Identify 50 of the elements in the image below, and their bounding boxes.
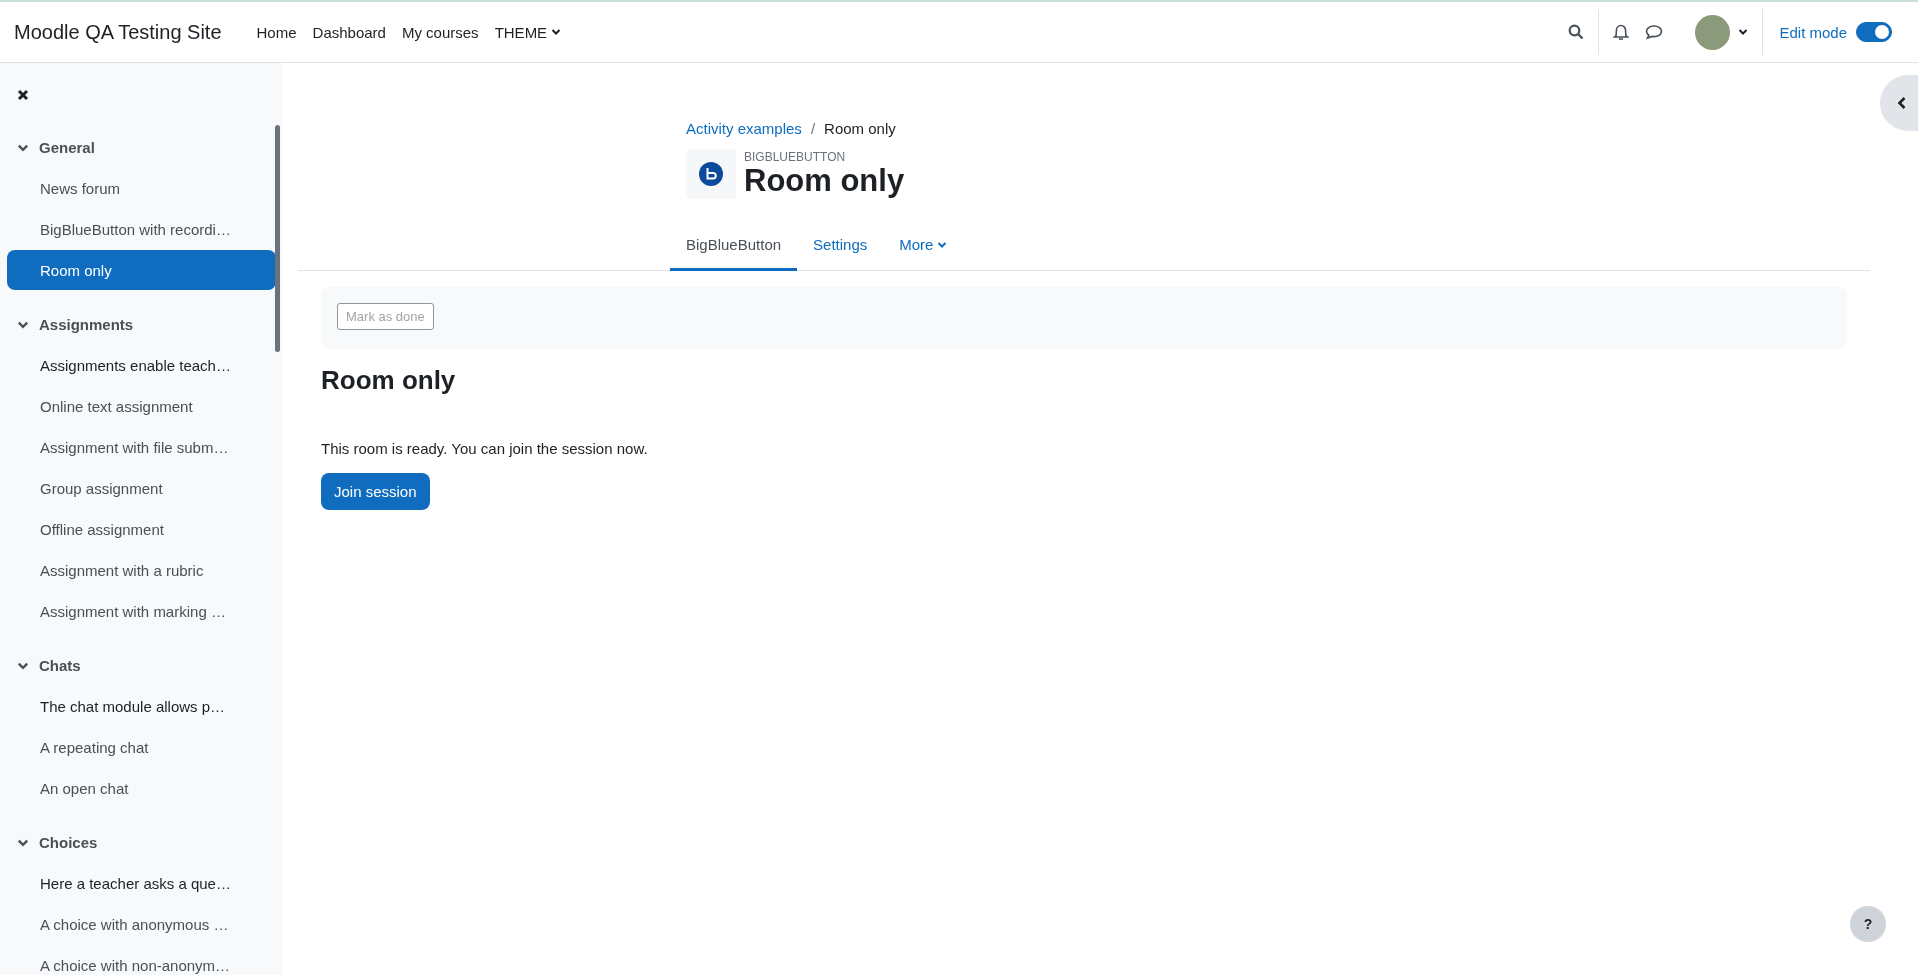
section-title[interactable]: Chats — [39, 657, 81, 674]
course-index-item[interactable]: Here a teacher asks a que… — [7, 863, 276, 903]
drawer-toggle-button[interactable] — [1880, 75, 1918, 131]
scrollbar[interactable] — [275, 125, 280, 352]
edit-mode-label: Edit mode — [1779, 23, 1847, 41]
course-index-item[interactable]: Assignment with marking … — [7, 591, 276, 631]
user-avatar[interactable] — [1695, 14, 1731, 50]
chevron-down-icon — [551, 27, 562, 37]
course-index-item[interactable]: Assignment with file subm… — [7, 427, 276, 467]
course-index-item[interactable]: Assignment with a rubric — [7, 550, 276, 590]
help-button[interactable]: ? — [1850, 906, 1886, 942]
course-index-item[interactable]: Offline assignment — [7, 509, 276, 549]
breadcrumb-current[interactable]: Room only — [824, 120, 896, 137]
nav-tab[interactable]: BigBlueButton — [670, 221, 798, 271]
section-title[interactable]: Assignments — [39, 316, 134, 333]
course-index-item[interactable]: Online text assignment — [7, 386, 276, 426]
course-index-item[interactable]: A choice with non-anonym… — [7, 945, 276, 975]
nav-tab[interactable]: Settings — [797, 221, 884, 271]
course-index-item[interactable]: A choice with anonymous … — [7, 904, 276, 944]
nav-link[interactable]: Home — [256, 23, 297, 41]
section-heading: Room only — [321, 365, 457, 396]
nav-link[interactable]: My courses — [401, 23, 479, 41]
bell-icon[interactable] — [1613, 23, 1630, 41]
bigbluebutton-icon — [686, 149, 736, 199]
page-title: Room only — [744, 163, 905, 199]
course-index-item[interactable]: A repeating chat — [7, 727, 276, 767]
section-title[interactable]: Choices — [39, 834, 98, 851]
nav-tab[interactable]: More — [883, 221, 964, 271]
breadcrumb-link[interactable]: Activity examples — [686, 120, 802, 137]
chevron-down-icon[interactable] — [1738, 27, 1749, 37]
course-index-item[interactable]: Group assignment — [7, 468, 276, 508]
course-index-item[interactable]: News forum — [7, 168, 276, 208]
module-type-label: BIGBLUEBUTTON — [744, 149, 847, 164]
breadcrumb-separator: / — [810, 120, 816, 137]
status-message: This room is ready. You can join the session now. — [321, 440, 649, 457]
course-index-item[interactable]: An open chat — [7, 768, 276, 808]
join-session-button[interactable]: Join session — [321, 473, 430, 510]
section-title[interactable]: General — [39, 139, 95, 156]
nav-link[interactable]: THEME — [494, 23, 562, 41]
close-icon[interactable] — [17, 89, 29, 101]
course-index-item[interactable]: Room only — [7, 250, 276, 290]
nav-link[interactable]: Dashboard — [312, 23, 386, 41]
edit-mode-switch[interactable] — [1856, 22, 1892, 42]
course-index-item[interactable]: Assignments enable teach… — [7, 345, 276, 385]
course-index-item[interactable]: BigBlueButton with recordi… — [7, 209, 276, 249]
site-name[interactable]: Moodle QA Testing Site — [14, 20, 222, 44]
chat-bubble-icon[interactable] — [1645, 24, 1664, 40]
chevron-left-icon — [1896, 96, 1908, 110]
course-index-item[interactable]: The chat module allows p… — [7, 686, 276, 726]
search-icon[interactable] — [1568, 24, 1585, 40]
